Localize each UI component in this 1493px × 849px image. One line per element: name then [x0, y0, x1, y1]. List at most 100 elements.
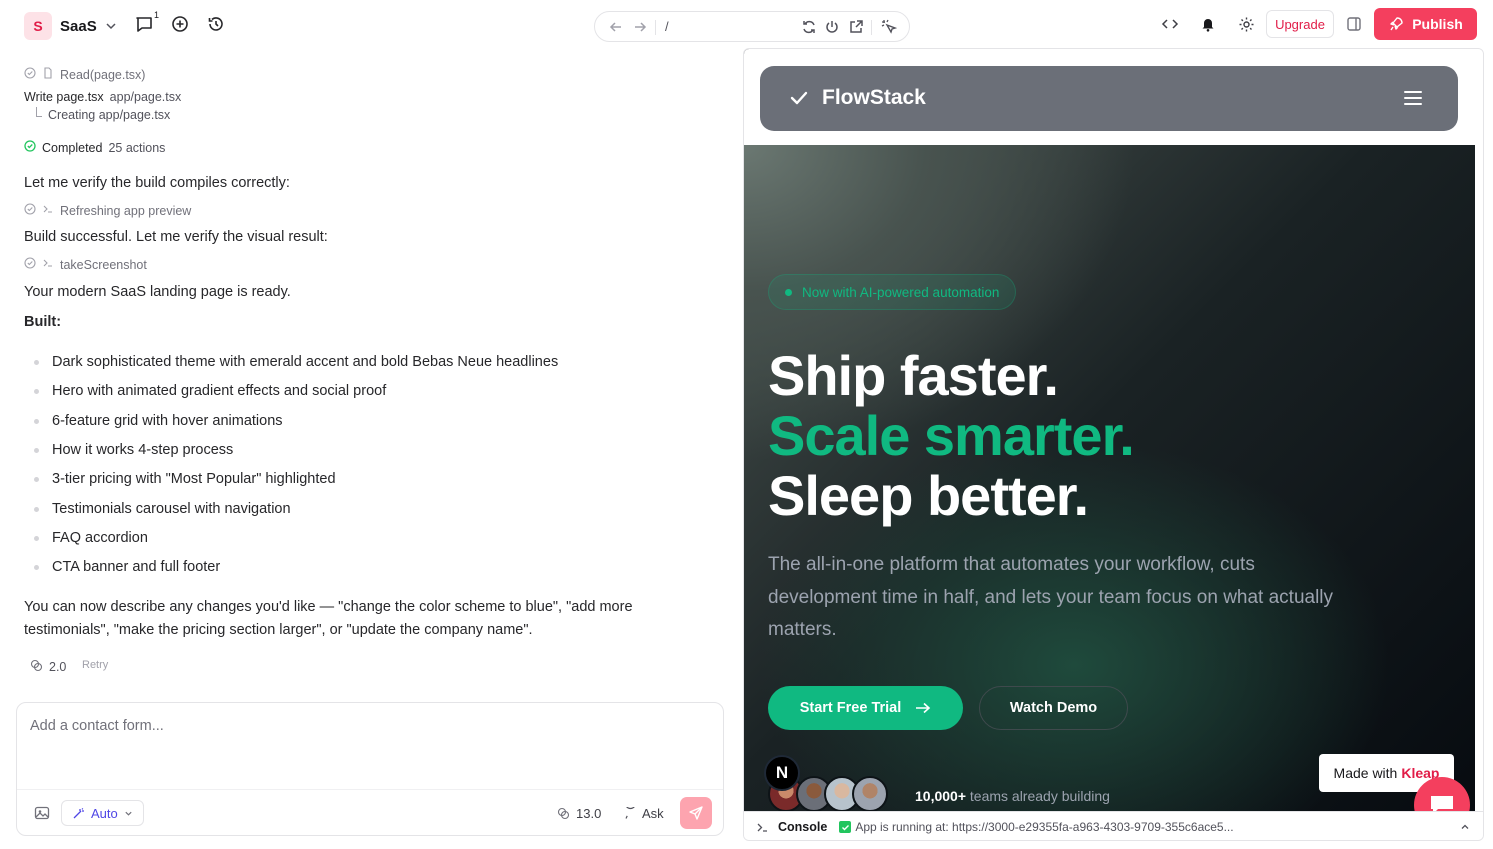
arrow-right-icon — [916, 702, 931, 714]
select-element-icon[interactable] — [880, 18, 898, 36]
project-switcher[interactable]: S SaaS — [24, 12, 117, 40]
list-item: FAQ accordion — [34, 530, 148, 546]
credits-used-value: 2.0 — [49, 660, 67, 674]
tree-connector — [36, 107, 42, 117]
headline-line-2: Scale smarter. — [768, 404, 1135, 467]
social-proof: 10,000+ teams already building — [915, 788, 1110, 804]
read-action-row: Read(page.tsx) — [24, 67, 145, 82]
terminal-icon — [757, 823, 767, 832]
add-circle-icon[interactable] — [169, 13, 191, 35]
watch-demo-button[interactable]: Watch Demo — [979, 686, 1128, 730]
console-bar[interactable]: Console App is running at: https://3000-… — [744, 811, 1483, 840]
retry-button[interactable]: Retry — [82, 659, 108, 671]
publish-label: Publish — [1412, 16, 1463, 32]
refresh-icon[interactable] — [800, 18, 818, 36]
done-check-icon — [24, 67, 36, 82]
write-action-bold: Write page.tsx — [24, 90, 104, 104]
bell-icon[interactable] — [1197, 13, 1219, 35]
ready-message: Your modern SaaS landing page is ready. — [24, 284, 291, 300]
url-divider — [655, 20, 656, 35]
back-arrow-icon[interactable] — [607, 18, 625, 36]
start-free-trial-button[interactable]: Start Free Trial — [768, 686, 963, 730]
project-avatar: S — [24, 12, 52, 40]
announcement-pill: Now with AI-powered automation — [768, 274, 1017, 310]
avatar — [852, 776, 888, 811]
coins-icon — [30, 659, 43, 675]
social-proof-text: teams already building — [969, 788, 1110, 804]
made-with-label: Made with — [1333, 765, 1398, 781]
mode-label: Auto — [91, 805, 118, 821]
site-preview[interactable]: Now with AI-powered automation Ship fast… — [744, 49, 1475, 811]
credits-remaining: 13.0 — [557, 806, 601, 821]
preview-panel: Now with AI-powered automation Ship fast… — [743, 48, 1484, 841]
console-label: Console — [778, 820, 828, 834]
screenshot-action-text: takeScreenshot — [60, 257, 147, 272]
send-icon — [689, 806, 703, 820]
speech-bubble-icon — [625, 807, 635, 819]
completed-row[interactable]: Completed 25 actions — [24, 140, 165, 155]
panel-toggle-icon[interactable] — [1343, 13, 1365, 35]
built-heading: Built: — [24, 314, 62, 330]
notification-count: 1 — [154, 10, 160, 20]
hero-section: Now with AI-powered automation Ship fast… — [744, 145, 1475, 811]
credits-used: 2.0 — [30, 659, 66, 675]
chat-icon[interactable] — [133, 13, 155, 35]
chevron-up-icon[interactable] — [1460, 822, 1470, 832]
mode-selector[interactable]: Auto — [61, 800, 144, 826]
social-proof-count: 10,000+ — [915, 788, 966, 804]
gear-icon[interactable] — [1235, 13, 1257, 35]
read-action-text: Read(page.tsx) — [60, 67, 146, 82]
coins-icon — [557, 807, 570, 820]
site-navbar: FlowStack — [760, 66, 1458, 131]
code-icon[interactable] — [1159, 13, 1181, 35]
nextjs-logo: N — [764, 755, 800, 791]
chevron-down-icon — [125, 811, 132, 816]
preview-scrollbar[interactable] — [1475, 49, 1483, 811]
top-bar: S SaaS 1 / Upgrade Publish — [0, 0, 1493, 48]
done-check-icon — [24, 203, 36, 218]
rocket-icon — [1390, 17, 1403, 31]
build-success-message: Build successful. Let me verify the visu… — [24, 229, 328, 245]
status-dot — [785, 288, 792, 296]
magic-wand-icon — [73, 807, 84, 818]
list-item: How it works 4-step process — [34, 442, 233, 458]
console-status: App is running at: https://3000-e29355fa… — [855, 820, 1234, 834]
ask-button[interactable]: Ask — [624, 806, 664, 821]
list-item: Hero with animated gradient effects and … — [34, 383, 386, 399]
list-item: Dark sophisticated theme with emerald ac… — [34, 354, 558, 370]
completed-count: 25 actions — [108, 140, 166, 155]
message-input[interactable]: Add a contact form... — [30, 718, 164, 734]
hamburger-menu-icon[interactable] — [1404, 91, 1422, 105]
headline-line-1: Ship faster. — [768, 344, 1059, 407]
file-icon — [42, 67, 54, 82]
verify-message: Let me verify the build compiles correct… — [24, 175, 290, 191]
forward-arrow-icon[interactable] — [631, 18, 649, 36]
done-check-icon — [24, 257, 36, 272]
terminal-icon — [42, 257, 54, 272]
screenshot-action-row: takeScreenshot — [24, 257, 147, 272]
image-upload-icon[interactable] — [34, 805, 50, 826]
status-check-icon — [839, 821, 852, 833]
creating-text: Creating app/page.tsx — [48, 108, 171, 122]
project-name: SaaS — [60, 17, 97, 35]
announcement-text: Now with AI-powered automation — [802, 284, 1000, 300]
hero-subtitle: The all-in-one platform that automates y… — [768, 554, 1334, 640]
list-item: 6-feature grid with hover animations — [34, 413, 283, 429]
history-icon[interactable] — [205, 13, 227, 35]
external-link-icon[interactable] — [847, 18, 865, 36]
upgrade-button[interactable]: Upgrade — [1266, 10, 1334, 38]
message-composer: Add a contact form... Auto 13.0 Ask — [16, 702, 724, 836]
refresh-action-row: Refreshing app preview — [24, 203, 191, 218]
send-button[interactable] — [680, 797, 712, 829]
url-path[interactable]: / — [665, 19, 669, 34]
preview-url-bar: / — [594, 11, 910, 42]
power-icon[interactable] — [823, 18, 841, 36]
start-free-trial-label: Start Free Trial — [799, 700, 902, 716]
composer-toolbar: Auto 13.0 Ask — [17, 789, 723, 837]
publish-button[interactable]: Publish — [1374, 8, 1477, 40]
site-logo[interactable]: FlowStack — [790, 86, 926, 110]
url-divider-2 — [871, 20, 872, 35]
refresh-action-text: Refreshing app preview — [60, 203, 192, 218]
success-check-icon — [24, 140, 36, 155]
site-brand-name: FlowStack — [822, 86, 926, 109]
